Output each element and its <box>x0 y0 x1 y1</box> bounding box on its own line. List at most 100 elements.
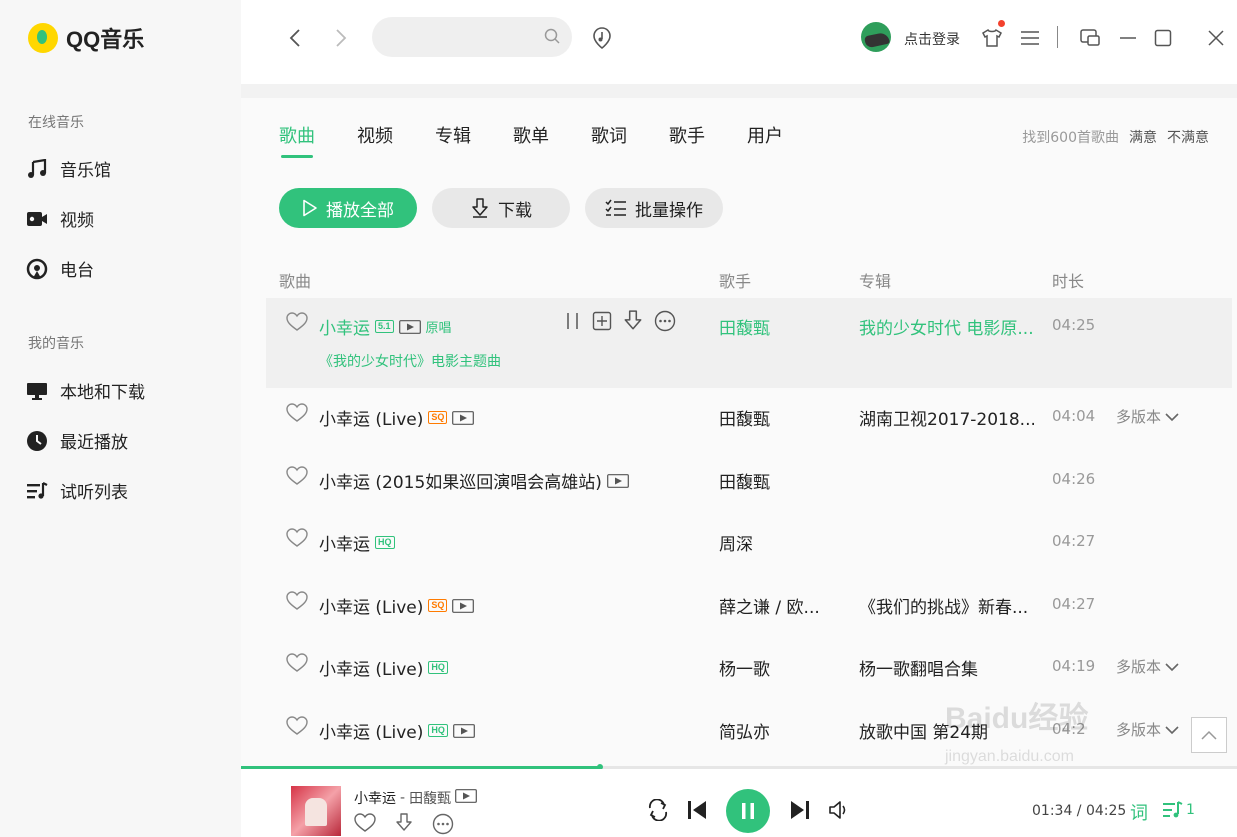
heart-icon[interactable] <box>286 591 308 615</box>
next-button[interactable] <box>789 799 811 821</box>
lyrics-button[interactable]: 词 <box>1130 799 1148 825</box>
album-link[interactable]: 《我们的挑战》新春... <box>859 593 1028 618</box>
sidebar-item-video[interactable]: 视频 <box>26 206 94 231</box>
song-title[interactable]: 小幸运 (2015如果巡回演唱会高雄站) <box>319 468 602 493</box>
singer-link[interactable]: 田馥甄 <box>719 405 770 430</box>
song-row[interactable]: 小幸运 HQ 周深 04:27 <box>266 514 1232 576</box>
play-pause-icon[interactable] <box>564 311 582 335</box>
song-duration: 04:27 <box>1052 532 1096 550</box>
singer-link[interactable]: 薛之谦 / 欧... <box>719 593 820 618</box>
mv-icon[interactable] <box>455 789 477 807</box>
song-title[interactable]: 小幸运 (Live) <box>319 655 423 680</box>
mini-mode-button[interactable] <box>1077 24 1103 52</box>
song-title-cell: 小幸运 (Live) HQ <box>319 718 475 743</box>
song-row[interactable]: 小幸运 (Live) SQ 薛之谦 / 欧... 《我们的挑战》新春... 04… <box>266 577 1232 639</box>
album-link[interactable]: 杨一歌翻唱合集 <box>859 655 978 680</box>
sidebar-item-music-hall[interactable]: 音乐馆 <box>26 156 111 181</box>
song-row[interactable]: 小幸运 (Live) SQ 田馥甄 湖南卫视2017-2018... 04:04… <box>266 389 1232 451</box>
unsatisfied-link[interactable]: 不满意 <box>1167 127 1209 147</box>
song-title[interactable]: 小幸运 <box>319 530 370 555</box>
tab-lyrics[interactable]: 歌词 <box>591 122 627 148</box>
avatar[interactable] <box>861 22 891 52</box>
song-subtitle[interactable]: 《我的少女时代》电影主题曲 <box>319 351 501 371</box>
main-menu-button[interactable] <box>1017 24 1043 52</box>
app-logo[interactable]: QQ音乐 <box>28 22 144 54</box>
batch-operation-button[interactable]: 批量操作 <box>585 188 723 228</box>
song-title[interactable]: 小幸运 (Live) <box>319 593 423 618</box>
search-icon[interactable] <box>544 28 560 48</box>
previous-button[interactable] <box>686 799 708 821</box>
singer-link[interactable]: 杨一歌 <box>719 655 770 680</box>
pause-button[interactable] <box>726 789 770 833</box>
now-playing-artist[interactable]: 田馥甄 <box>409 788 451 808</box>
tab-songs[interactable]: 歌曲 <box>279 122 315 158</box>
sidebar-item-local-download[interactable]: 本地和下载 <box>26 378 145 403</box>
singer-link[interactable]: 周深 <box>719 530 753 555</box>
song-duration: 04:25 <box>1052 316 1096 334</box>
song-title[interactable]: 小幸运 (Live) <box>319 405 423 430</box>
sidebar-item-trial-list[interactable]: 试听列表 <box>26 478 128 503</box>
album-link[interactable]: 我的少女时代 电影原... <box>859 314 1034 339</box>
heart-icon[interactable] <box>354 813 376 837</box>
heart-icon[interactable] <box>286 403 308 427</box>
listen-recognize-button[interactable] <box>589 24 615 52</box>
singer-link[interactable]: 简弘亦 <box>719 718 770 743</box>
tab-users[interactable]: 用户 <box>747 122 783 148</box>
chevron-down-icon <box>1165 725 1179 734</box>
more-icon[interactable] <box>654 310 676 336</box>
song-row[interactable]: 小幸运 (2015如果巡回演唱会高雄站) 田馥甄 04:26 <box>266 452 1232 514</box>
chevron-down-icon <box>1165 412 1179 421</box>
repeat-mode-button[interactable] <box>646 799 670 821</box>
result-feedback: 找到600首歌曲 满意 不满意 <box>1022 127 1209 147</box>
tab-playlists[interactable]: 歌单 <box>513 122 549 148</box>
heart-icon[interactable] <box>286 312 308 336</box>
scroll-to-top-button[interactable] <box>1191 717 1227 753</box>
volume-button[interactable] <box>828 799 850 821</box>
minimize-button[interactable] <box>1115 24 1141 52</box>
song-row[interactable]: 小幸运 5.1 原唱 《我的少女时代》电影主题曲 田馥甄 我的少女时代 电影原.… <box>266 298 1232 388</box>
singer-link[interactable]: 田馥甄 <box>719 468 770 493</box>
download-button[interactable]: 下载 <box>432 188 570 228</box>
search-input[interactable] <box>388 26 538 48</box>
forward-button[interactable] <box>329 24 353 52</box>
playback-time: 01:34 / 04:25 <box>1032 803 1127 819</box>
song-title[interactable]: 小幸运 (Live) <box>319 718 423 743</box>
close-button[interactable] <box>1203 24 1229 52</box>
heart-icon[interactable] <box>286 716 308 740</box>
maximize-button[interactable] <box>1150 24 1176 52</box>
heart-icon[interactable] <box>286 653 308 677</box>
download-icon[interactable] <box>622 310 644 336</box>
heart-icon[interactable] <box>286 528 308 552</box>
login-link[interactable]: 点击登录 <box>904 29 960 49</box>
download-icon[interactable] <box>394 813 414 837</box>
tab-videos[interactable]: 视频 <box>357 122 393 148</box>
sidebar-item-recent[interactable]: 最近播放 <box>26 428 128 453</box>
more-icon[interactable] <box>432 813 454 837</box>
song-row[interactable]: 小幸运 (Live) HQ 杨一歌 杨一歌翻唱合集 04:19 多版本 <box>266 639 1232 701</box>
play-all-button[interactable]: 播放全部 <box>279 188 417 228</box>
tab-singers[interactable]: 歌手 <box>669 122 705 148</box>
mv-icon[interactable] <box>607 473 629 488</box>
mv-icon[interactable] <box>452 723 475 738</box>
multi-version-dropdown[interactable]: 多版本 <box>1116 406 1179 427</box>
multi-version-dropdown[interactable]: 多版本 <box>1116 656 1179 677</box>
tab-albums[interactable]: 专辑 <box>435 122 471 148</box>
song-title[interactable]: 小幸运 <box>319 314 370 339</box>
add-to-icon[interactable] <box>592 311 612 335</box>
now-playing-title[interactable]: 小幸运 <box>354 788 396 808</box>
singer-link[interactable]: 田馥甄 <box>719 314 770 339</box>
search-box[interactable] <box>372 17 572 57</box>
play-queue-button[interactable]: 1 <box>1162 801 1195 819</box>
satisfied-link[interactable]: 满意 <box>1129 127 1157 147</box>
back-button[interactable] <box>283 24 307 52</box>
mv-icon[interactable] <box>452 598 475 613</box>
album-link[interactable]: 湖南卫视2017-2018... <box>859 405 1034 430</box>
column-header-singer: 歌手 <box>719 272 752 291</box>
mv-icon[interactable] <box>452 410 475 425</box>
mv-icon[interactable] <box>398 319 421 334</box>
album-cover[interactable] <box>291 786 341 836</box>
heart-icon[interactable] <box>286 466 308 490</box>
skin-button[interactable] <box>979 24 1005 52</box>
sidebar-item-radio[interactable]: 电台 <box>26 256 94 281</box>
multi-version-dropdown[interactable]: 多版本 <box>1116 719 1179 740</box>
